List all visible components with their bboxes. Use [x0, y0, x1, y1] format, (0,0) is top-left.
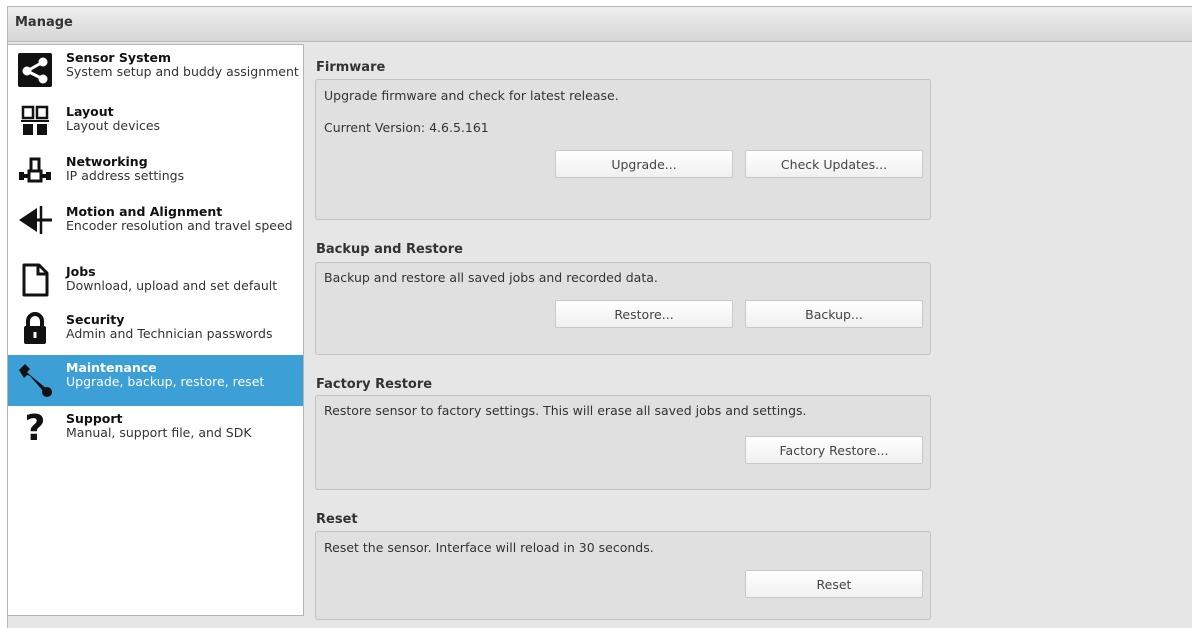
- sidebar-item-jobs[interactable]: Jobs Download, upload and set default: [8, 259, 303, 307]
- share-nodes-icon: [16, 51, 54, 89]
- sidebar-item-motion-alignment[interactable]: Motion and Alignment Encoder resolution …: [8, 199, 303, 259]
- firmware-panel: Upgrade firmware and check for latest re…: [315, 79, 931, 220]
- firmware-section-title: Firmware: [316, 60, 386, 75]
- sidebar-item-desc: Download, upload and set default: [66, 278, 278, 293]
- sidebar-item-layout[interactable]: Layout Layout devices: [8, 99, 303, 149]
- sidebar-item-title: Layout: [66, 104, 114, 119]
- current-version-label: Current Version:: [324, 120, 426, 135]
- sidebar-item-desc: Encoder resolution and travel speed: [66, 218, 293, 233]
- sidebar: Sensor System System setup and buddy ass…: [7, 44, 304, 616]
- reset-button[interactable]: Reset: [745, 570, 923, 598]
- sidebar-item-support[interactable]: ? Support Manual, support file, and SDK: [8, 406, 303, 456]
- wrench-icon: [16, 361, 54, 399]
- sidebar-item-title: Motion and Alignment: [66, 204, 223, 219]
- arrow-left-axis-icon: [16, 201, 54, 239]
- sidebar-item-desc: Admin and Technician passwords: [66, 326, 273, 341]
- sidebar-item-desc: Layout devices: [66, 118, 161, 133]
- sidebar-item-title: Maintenance: [66, 360, 157, 375]
- layout-blocks-icon: [16, 101, 54, 139]
- question-mark-icon: ?: [24, 408, 46, 449]
- backup-button[interactable]: Backup...: [745, 300, 923, 328]
- reset-panel: Reset the sensor. Interface will reload …: [315, 531, 931, 620]
- factory-description: Restore sensor to factory settings. This…: [324, 403, 807, 418]
- restore-button[interactable]: Restore...: [555, 300, 733, 328]
- backup-section-title: Backup and Restore: [316, 242, 463, 257]
- upgrade-button[interactable]: Upgrade...: [555, 150, 733, 178]
- sidebar-item-title: Jobs: [66, 264, 96, 279]
- sidebar-item-sensor-system[interactable]: Sensor System System setup and buddy ass…: [8, 45, 303, 99]
- network-icon: [16, 153, 54, 191]
- factory-section-title: Factory Restore: [316, 377, 433, 392]
- current-version-value: 4.6.5.161: [429, 120, 489, 135]
- sidebar-item-title: Support: [66, 411, 123, 426]
- window-title: Manage: [8, 7, 1192, 42]
- document-icon: [16, 261, 54, 299]
- factory-panel: Restore sensor to factory settings. This…: [315, 395, 931, 490]
- reset-description: Reset the sensor. Interface will reload …: [324, 540, 654, 555]
- reset-section-title: Reset: [316, 512, 358, 527]
- sidebar-item-security[interactable]: Security Admin and Technician passwords: [8, 307, 303, 355]
- current-version: Current Version: 4.6.5.161: [324, 120, 489, 135]
- sidebar-item-title: Security: [66, 312, 125, 327]
- sidebar-item-desc: Upgrade, backup, restore, reset: [66, 374, 265, 389]
- backup-panel: Backup and restore all saved jobs and re…: [315, 262, 931, 355]
- sidebar-item-desc: System setup and buddy assignment: [66, 64, 299, 79]
- check-updates-button[interactable]: Check Updates...: [745, 150, 923, 178]
- sidebar-item-desc: Manual, support file, and SDK: [66, 425, 252, 440]
- factory-restore-button[interactable]: Factory Restore...: [745, 436, 923, 464]
- firmware-description: Upgrade firmware and check for latest re…: [324, 88, 619, 103]
- sidebar-item-desc: IP address settings: [66, 168, 185, 183]
- backup-description: Backup and restore all saved jobs and re…: [324, 270, 658, 285]
- sidebar-item-title: Sensor System: [66, 50, 171, 65]
- lock-icon: [16, 309, 54, 347]
- sidebar-item-title: Networking: [66, 154, 148, 169]
- sidebar-item-maintenance[interactable]: Maintenance Upgrade, backup, restore, re…: [8, 355, 303, 406]
- sidebar-item-networking[interactable]: Networking IP address settings: [8, 149, 303, 199]
